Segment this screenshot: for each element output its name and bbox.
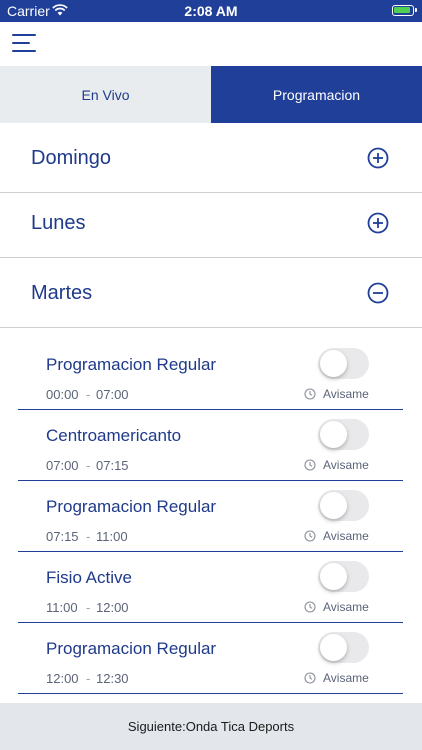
status-bar: Carrier 2:08 AM bbox=[0, 0, 422, 22]
avisame-label[interactable]: Avisame bbox=[323, 529, 369, 543]
start-time: 07:15 bbox=[46, 529, 79, 544]
tab-en-vivo[interactable]: En Vivo bbox=[0, 66, 211, 123]
program-title: Programacion Regular bbox=[46, 355, 217, 374]
day-label: Martes bbox=[31, 282, 93, 304]
clock-icon bbox=[304, 388, 316, 400]
day-row-domingo[interactable]: Domingo bbox=[0, 123, 422, 193]
avisame-label[interactable]: Avisame bbox=[323, 387, 369, 401]
plus-circle-icon[interactable] bbox=[367, 147, 389, 169]
day-row-lunes[interactable]: Lunes bbox=[0, 188, 422, 258]
program-item: Centroamericanto 07:00 - 07:15 Avisame bbox=[18, 410, 403, 481]
time-separator: - bbox=[86, 671, 91, 686]
program-item: Fisio Active 11:00 - 12:00 Avisame bbox=[18, 552, 403, 623]
clock-icon bbox=[304, 601, 316, 613]
program-item: Programacion Regular 00:00 - 07:00 Avisa… bbox=[18, 339, 403, 410]
day-label: Domingo bbox=[31, 147, 112, 169]
tab-programacion[interactable]: Programacion bbox=[211, 66, 422, 123]
start-time: 11:00 bbox=[46, 600, 78, 615]
program-title: Programacion Regular bbox=[46, 639, 217, 658]
time-separator: - bbox=[86, 387, 91, 402]
reminder-toggle[interactable] bbox=[318, 561, 369, 592]
tab-label: En Vivo bbox=[81, 86, 130, 103]
status-time: 2:08 AM bbox=[184, 3, 238, 19]
time-separator: - bbox=[86, 529, 91, 544]
clock-icon bbox=[304, 459, 316, 471]
reminder-toggle[interactable] bbox=[318, 348, 369, 379]
reminder-toggle[interactable] bbox=[318, 419, 369, 450]
hamburger-menu-icon[interactable] bbox=[12, 34, 38, 54]
plus-circle-icon[interactable] bbox=[367, 212, 389, 234]
end-time: 12:00 bbox=[96, 600, 129, 615]
clock-icon bbox=[304, 530, 316, 542]
program-item: Programacion Regular 07:15 - 11:00 Avisa… bbox=[18, 481, 403, 552]
day-label: Lunes bbox=[31, 212, 86, 234]
tab-label: Programacion bbox=[272, 86, 361, 103]
avisame-label[interactable]: Avisame bbox=[323, 600, 369, 614]
start-time: 07:00 bbox=[46, 458, 79, 473]
next-program-label: Siguiente:Onda Tica Deports bbox=[127, 719, 295, 734]
avisame-label[interactable]: Avisame bbox=[323, 671, 369, 685]
program-title: Centroamericanto bbox=[46, 426, 182, 445]
end-time: 11:00 bbox=[96, 529, 128, 544]
end-time: 07:00 bbox=[96, 387, 129, 402]
nav-bar bbox=[0, 22, 422, 66]
start-time: 12:00 bbox=[46, 671, 79, 686]
reminder-toggle[interactable] bbox=[318, 632, 369, 663]
time-separator: - bbox=[86, 458, 91, 473]
program-title: Programacion Regular bbox=[46, 497, 217, 516]
tab-bar: En Vivo Programacion bbox=[0, 66, 422, 123]
end-time: 07:15 bbox=[96, 458, 129, 473]
day-row-martes[interactable]: Martes bbox=[0, 258, 422, 328]
program-item: Programacion Regular 12:00 - 12:30 Avisa… bbox=[18, 623, 403, 694]
end-time: 12:30 bbox=[96, 671, 129, 686]
minus-circle-icon[interactable] bbox=[367, 282, 389, 304]
avisame-label[interactable]: Avisame bbox=[323, 458, 369, 472]
start-time: 00:00 bbox=[46, 387, 79, 402]
battery-charging-icon bbox=[392, 5, 417, 16]
clock-icon bbox=[304, 672, 316, 684]
reminder-toggle[interactable] bbox=[318, 490, 369, 521]
time-separator: - bbox=[86, 600, 91, 615]
next-program-bar[interactable]: Siguiente:Onda Tica Deports bbox=[0, 703, 422, 750]
program-title: Fisio Active bbox=[46, 568, 132, 587]
